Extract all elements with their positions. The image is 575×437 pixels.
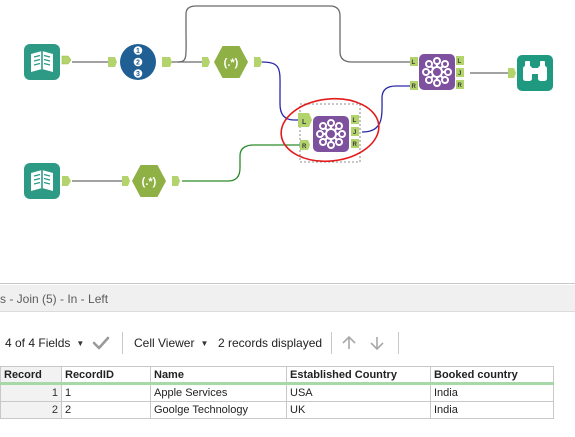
table-row[interactable]: 1 1 Apple Services USA India bbox=[0, 383, 554, 402]
regex-tool-2[interactable]: (.*) bbox=[122, 165, 180, 197]
table-cell[interactable]: USA bbox=[286, 383, 431, 402]
table-cell[interactable]: UK bbox=[286, 401, 431, 419]
table-cell[interactable]: 2 bbox=[61, 401, 151, 419]
join-output-join-label: J bbox=[458, 71, 461, 77]
results-title-bar: s - Join (5) - In - Left bbox=[0, 285, 575, 312]
viewer-selector[interactable]: Cell Viewer ▼ bbox=[134, 336, 208, 350]
output-anchor[interactable] bbox=[254, 57, 262, 67]
join-icon bbox=[313, 116, 349, 152]
input-anchor[interactable] bbox=[202, 57, 210, 67]
results-window: s - Join (5) - In - Left 4 of 4 Fields ▼ … bbox=[0, 283, 575, 437]
right-input-label: R bbox=[302, 144, 307, 150]
left-input-label: L bbox=[302, 119, 307, 126]
workflow-canvas[interactable]: 1 2 3 (.*) (.*) L R L J R L R L J R bbox=[0, 0, 575, 283]
output-anchor[interactable] bbox=[162, 57, 172, 67]
results-title: s - Join (5) - In - Left bbox=[0, 292, 109, 306]
join-icon bbox=[419, 54, 455, 90]
column-header-record[interactable]: Record bbox=[0, 366, 62, 385]
join-tool-2[interactable]: L R L J R bbox=[410, 54, 464, 90]
records-displayed: 2 records displayed bbox=[218, 336, 323, 350]
toolbar-divider bbox=[398, 332, 399, 354]
output-anchor[interactable] bbox=[62, 176, 71, 186]
book-icon bbox=[24, 44, 60, 80]
join-output-right-label: R bbox=[458, 83, 463, 89]
regex-tool-1[interactable]: (.*) bbox=[202, 46, 262, 78]
regex-symbol-2: (.*) bbox=[142, 176, 157, 188]
chevron-down-icon: ▼ bbox=[200, 339, 209, 348]
input-anchor[interactable] bbox=[122, 176, 130, 186]
record-id-digit-1: 1 bbox=[136, 48, 140, 55]
browse-tool[interactable] bbox=[508, 55, 553, 91]
toolbar-divider bbox=[122, 332, 123, 354]
join-output-right-label: R bbox=[353, 142, 358, 148]
header-row: Record RecordID Name Established Country… bbox=[0, 366, 554, 385]
record-id-digit-2: 2 bbox=[136, 60, 140, 67]
table-cell[interactable]: India bbox=[430, 401, 554, 419]
record-id-tool[interactable]: 1 2 3 bbox=[108, 44, 172, 80]
input-anchor[interactable] bbox=[508, 68, 516, 78]
toolbar-divider bbox=[331, 332, 332, 354]
checkmark-icon[interactable] bbox=[90, 332, 112, 354]
table-cell[interactable]: Apple Services bbox=[150, 383, 287, 402]
viewer-selector-label: Cell Viewer bbox=[134, 336, 195, 350]
output-anchor[interactable] bbox=[172, 176, 180, 186]
column-header-established-country[interactable]: Established Country bbox=[286, 366, 431, 385]
table-row[interactable]: 2 2 Goolge Technology UK India bbox=[0, 401, 554, 419]
connection-regex2-to-join1[interactable] bbox=[182, 144, 300, 182]
results-toolbar: 4 of 4 Fields ▼ Cell Viewer ▼ 2 records di… bbox=[0, 328, 575, 358]
join-tool-selected[interactable]: L R L J R bbox=[298, 103, 361, 163]
input-anchor[interactable] bbox=[108, 57, 117, 67]
table-cell[interactable]: India bbox=[430, 383, 554, 402]
book-icon bbox=[24, 163, 60, 199]
connection-recordid-to-join2[interactable] bbox=[177, 5, 412, 63]
left-input-label: L bbox=[412, 60, 416, 66]
join-output-join-label: J bbox=[353, 130, 356, 136]
column-header-booked-country[interactable]: Booked country bbox=[430, 366, 554, 385]
arrow-up-icon[interactable] bbox=[340, 332, 358, 354]
results-grid[interactable]: Record RecordID Name Established Country… bbox=[0, 366, 554, 419]
output-anchor[interactable] bbox=[61, 55, 72, 65]
fields-selector-label: 4 of 4 Fields bbox=[5, 336, 71, 350]
table-cell[interactable]: 1 bbox=[61, 383, 151, 402]
column-header-name[interactable]: Name bbox=[150, 366, 287, 385]
chevron-down-icon: ▼ bbox=[76, 339, 85, 348]
right-input-label: R bbox=[412, 84, 417, 90]
column-header-recordid[interactable]: RecordID bbox=[61, 366, 151, 385]
join-output-left-label: L bbox=[353, 118, 357, 124]
arrow-down-icon[interactable] bbox=[368, 332, 386, 354]
fields-selector[interactable]: 4 of 4 Fields ▼ bbox=[5, 336, 84, 350]
record-id-digit-3: 3 bbox=[136, 71, 140, 78]
input-data-tool-1[interactable] bbox=[24, 44, 72, 80]
table-cell[interactable]: Goolge Technology bbox=[150, 401, 287, 419]
record-number-cell: 2 bbox=[0, 401, 62, 419]
regex-symbol-1: (.*) bbox=[224, 57, 239, 69]
input-data-tool-2[interactable] bbox=[24, 163, 71, 199]
record-number-cell: 1 bbox=[0, 383, 62, 402]
join-output-left-label: L bbox=[458, 59, 462, 65]
connection-regex1-to-join1[interactable] bbox=[261, 61, 298, 121]
